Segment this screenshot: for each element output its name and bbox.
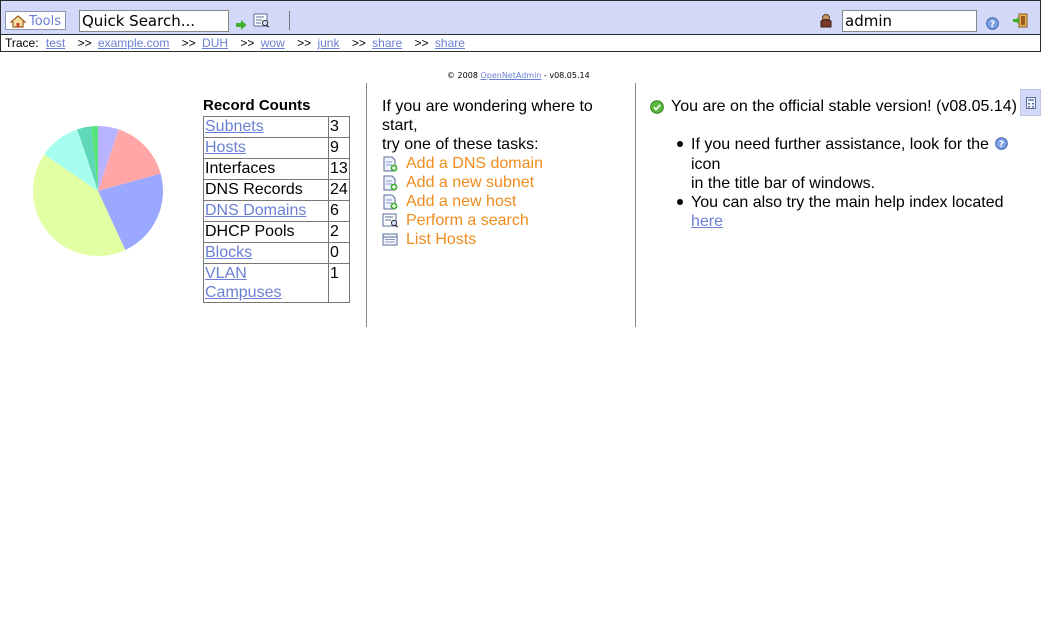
login-name-field[interactable] — [842, 10, 977, 32]
help2-text: You can also try the main help index loc… — [691, 194, 1004, 211]
table-row: DNS Records 24 — [203, 179, 350, 201]
trace-link-share[interactable]: share — [372, 36, 402, 50]
record-counts-table: Subnets 3 Hosts 9 Interfaces 13 DNS Reco… — [203, 116, 350, 303]
task-add-dns-domain[interactable]: Add a DNS domain — [382, 154, 622, 173]
dhcp-pools-count: 2 — [328, 221, 350, 243]
task-perform-search[interactable]: Perform a search — [382, 211, 622, 230]
table-row: DHCP Pools 2 — [203, 221, 350, 243]
add-dns-domain-link[interactable]: Add a DNS domain — [406, 154, 543, 173]
interfaces-label: Interfaces — [203, 158, 329, 180]
task-add-subnet[interactable]: Add a new subnet — [382, 173, 622, 192]
home-icon — [9, 15, 27, 32]
dns-records-count: 24 — [328, 179, 350, 201]
dns-domains-count: 6 — [328, 200, 350, 222]
trace-link-example-com[interactable]: example.com — [98, 36, 169, 50]
blocks-count: 0 — [328, 242, 350, 264]
calculator-tab[interactable] — [1020, 89, 1041, 116]
trace-separator: >> — [351, 36, 366, 50]
table-row: VLAN Campuses 1 — [203, 263, 350, 303]
column-divider — [366, 83, 367, 327]
search-icon — [382, 213, 406, 228]
tools-label: Tools — [29, 14, 62, 29]
intro-line-1: If you are wondering where to start, — [382, 98, 593, 134]
record-counts-title: Record Counts — [203, 97, 311, 114]
trace-link-test[interactable]: test — [46, 36, 65, 50]
check-icon — [650, 99, 671, 114]
version-message: You are on the official stable version! … — [671, 98, 1017, 115]
table-row: DNS Domains 6 — [203, 200, 350, 222]
help1-line2: in the title bar of windows. — [691, 175, 876, 192]
add-subnet-link[interactable]: Add a new subnet — [406, 173, 534, 192]
hosts-count: 9 — [328, 137, 350, 159]
intro-line-2: try one of these tasks: — [382, 136, 539, 153]
list-item: You can also try the main help index loc… — [650, 193, 1020, 231]
record-counts-pie-chart — [33, 126, 163, 256]
help-icon[interactable]: ? — [986, 15, 999, 34]
column-divider — [635, 83, 636, 327]
logout-icon[interactable] — [1013, 13, 1028, 32]
version-suffix: - v08.05.14 — [543, 71, 590, 80]
getting-started-panel: If you are wondering where to start, try… — [382, 97, 622, 249]
interfaces-count: 13 — [328, 158, 350, 180]
table-row: Subnets 3 — [203, 116, 350, 138]
trace-label: Trace: — [5, 36, 39, 50]
perform-search-link[interactable]: Perform a search — [406, 211, 529, 230]
trace-link-share-2[interactable]: share — [435, 36, 465, 50]
svg-text:?: ? — [999, 140, 1004, 150]
inline-help-icon: ? — [995, 136, 1009, 155]
advanced-search-icon[interactable] — [253, 13, 270, 32]
vlan-campuses-link[interactable]: VLAN Campuses — [205, 264, 293, 302]
calculator-icon — [1026, 97, 1036, 109]
quick-search-input[interactable] — [79, 10, 229, 32]
vlan-campuses-count: 1 — [328, 263, 350, 303]
blocks-link[interactable]: Blocks — [205, 244, 252, 261]
help-index-link[interactable]: here — [691, 213, 723, 230]
bullet — [677, 141, 683, 147]
help1-before: If you need further assistance, look for… — [691, 136, 989, 153]
subnets-count: 3 — [328, 116, 350, 138]
table-row: Blocks 0 — [203, 242, 350, 264]
opennetadmin-link[interactable]: OpenNetAdmin — [480, 71, 541, 80]
list-hosts-icon — [382, 233, 406, 246]
version-panel: You are on the official stable version! … — [650, 97, 1020, 231]
dns-records-label: DNS Records — [203, 179, 329, 201]
help1-after: icon — [691, 156, 721, 173]
hosts-link[interactable]: Hosts — [205, 139, 246, 156]
trace-separator: >> — [77, 36, 92, 50]
version-status: You are on the official stable version! … — [650, 97, 1020, 116]
trace-separator: >> — [240, 36, 255, 50]
dns-domains-link[interactable]: DNS Domains — [205, 202, 306, 219]
task-add-host[interactable]: Add a new host — [382, 192, 622, 211]
list-item: If you need further assistance, look for… — [650, 135, 1020, 193]
go-arrow-icon[interactable] — [236, 15, 247, 34]
subnets-link[interactable]: Subnets — [205, 118, 264, 135]
trace-bar: Trace: test >> example.com >> DUH >> wow… — [0, 34, 1041, 52]
task-list-hosts[interactable]: List Hosts — [382, 230, 622, 249]
user-icon — [819, 13, 833, 32]
copyright-prefix: © 2008 — [447, 71, 478, 80]
help-list: If you need further assistance, look for… — [650, 135, 1020, 231]
trace-link-wow[interactable]: wow — [261, 36, 285, 50]
copyright-line: © 2008 OpenNetAdmin - v08.05.14 — [447, 71, 590, 80]
trace-separator: >> — [181, 36, 196, 50]
trace-separator: >> — [414, 36, 429, 50]
tools-button[interactable]: Tools — [5, 11, 66, 30]
trace-link-duh[interactable]: DUH — [202, 36, 228, 50]
table-row: Hosts 9 — [203, 137, 350, 159]
add-host-icon — [382, 194, 406, 210]
table-row: Interfaces 13 — [203, 158, 350, 180]
add-subnet-icon — [382, 175, 406, 191]
toolbar-divider — [289, 11, 290, 30]
top-toolbar: Tools ? — [0, 0, 1041, 35]
list-hosts-link[interactable]: List Hosts — [406, 230, 476, 249]
add-domain-icon — [382, 156, 406, 172]
add-host-link[interactable]: Add a new host — [406, 192, 516, 211]
dhcp-pools-label: DHCP Pools — [203, 221, 329, 243]
trace-link-junk[interactable]: junk — [317, 36, 339, 50]
svg-text:?: ? — [990, 20, 995, 30]
trace-separator: >> — [297, 36, 312, 50]
bullet — [677, 199, 683, 205]
